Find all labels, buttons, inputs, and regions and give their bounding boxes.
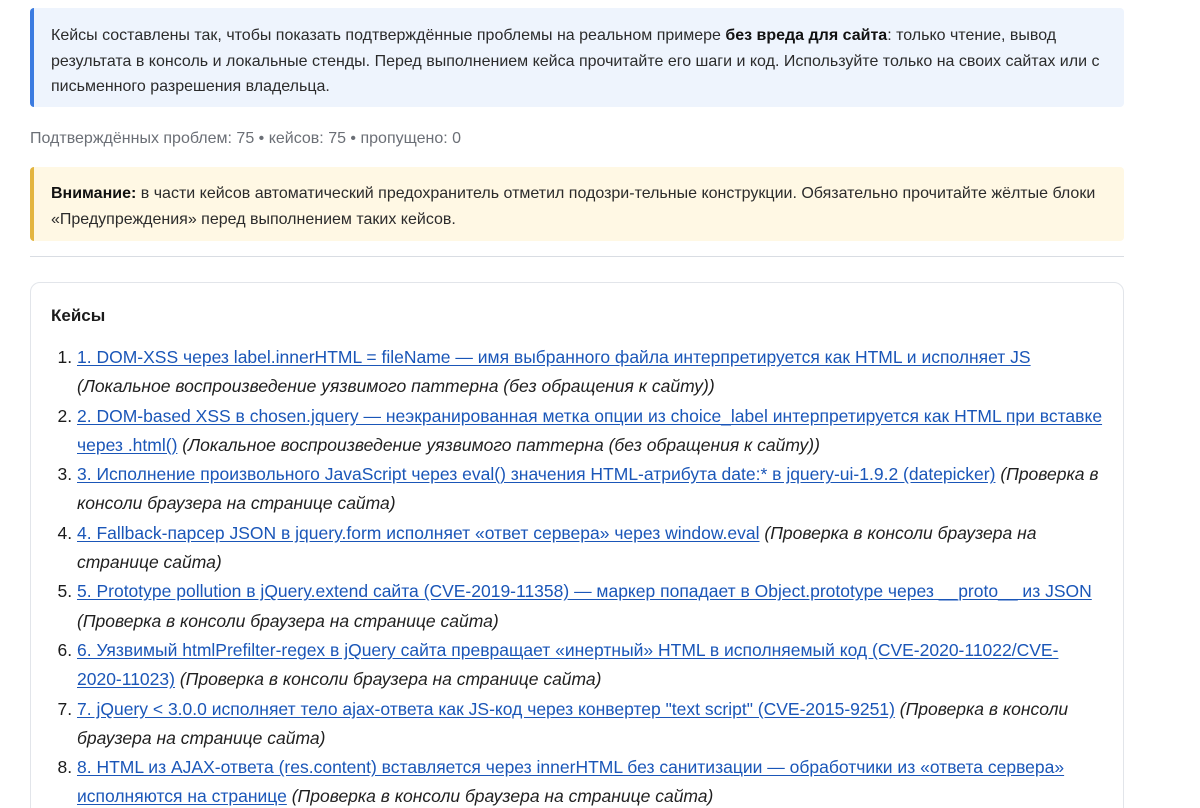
case-link[interactable]: 3. Исполнение произвольного JavaScript ч… <box>77 464 995 484</box>
case-link[interactable]: 1. DOM-XSS через label.innerHTML = fileN… <box>77 347 1031 367</box>
case-item: 2. DOM-based XSS в chosen.jquery — неэкр… <box>77 402 1103 461</box>
case-note: (Проверка в консоли браузера на странице… <box>291 786 714 807</box>
case-link[interactable]: 7. jQuery < 3.0.0 исполняет тело ajax-от… <box>77 699 895 719</box>
cases-card: Кейсы 1. DOM-XSS через label.innerHTML =… <box>30 282 1124 808</box>
case-item: 8. HTML из AJAX-ответа (res.content) вст… <box>77 753 1103 808</box>
case-note: (Проверка в консоли браузера на странице… <box>77 610 499 631</box>
page: Кейсы составлены так, чтобы показать под… <box>0 0 1200 808</box>
case-note: (Локальное воспроизведение уязвимого пат… <box>77 376 715 397</box>
case-note: (Проверка в консоли браузера на странице… <box>179 669 602 690</box>
case-item: 5. Prototype pollution в jQuery.extend с… <box>77 577 1103 636</box>
info-text-before: Кейсы составлены так, чтобы показать под… <box>51 27 726 44</box>
divider <box>30 256 1124 257</box>
case-item: 6. Уязвимый htmlPrefilter-regex в jQuery… <box>77 636 1103 695</box>
case-link[interactable]: 4. Fallback-парсер JSON в jquery.form ис… <box>77 523 760 543</box>
warning-label: Внимание: <box>51 185 137 202</box>
case-item: 4. Fallback-парсер JSON в jquery.form ис… <box>77 519 1103 578</box>
case-link[interactable]: 5. Prototype pollution в jQuery.extend с… <box>77 581 1092 601</box>
case-item: 7. jQuery < 3.0.0 исполняет тело ajax-от… <box>77 695 1103 754</box>
stats-summary: Подтверждённых проблем: 75 • кейсов: 75 … <box>30 130 462 147</box>
warning-callout: Внимание: в части кейсов автоматический … <box>30 167 1124 241</box>
cases-list: 1. DOM-XSS через label.innerHTML = fileN… <box>51 343 1103 808</box>
case-item: 3. Исполнение произвольного JavaScript ч… <box>77 460 1103 519</box>
cases-title: Кейсы <box>51 306 106 325</box>
info-text-bold: без вреда для сайта <box>725 27 888 44</box>
case-item: 1. DOM-XSS через label.innerHTML = fileN… <box>77 343 1103 402</box>
case-note: (Локальное воспроизведение уязвимого пат… <box>182 434 820 455</box>
warning-text: в части кейсов автоматический предохрани… <box>51 185 1096 228</box>
info-callout: Кейсы составлены так, чтобы показать под… <box>30 8 1124 107</box>
